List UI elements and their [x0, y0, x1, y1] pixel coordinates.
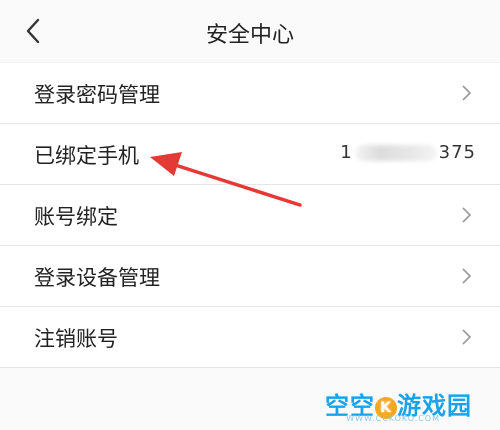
login-password-management-item[interactable]: 登录密码管理 [0, 63, 500, 124]
bound-phone-item[interactable]: 已绑定手机 1 375 [0, 124, 500, 185]
account-binding-item[interactable]: 账号绑定 [0, 185, 500, 246]
login-device-management-item[interactable]: 登录设备管理 [0, 246, 500, 307]
security-settings-list: 登录密码管理 已绑定手机 1 375 账号绑定 登录设备管理 注销账号 [0, 63, 500, 368]
item-label: 注销账号 [34, 327, 118, 351]
masked-phone-number: 1 375 [340, 142, 476, 163]
chevron-right-icon [462, 329, 472, 345]
page-title: 安全中心 [205, 23, 294, 48]
chevron-right-icon [462, 268, 472, 284]
cancel-account-item[interactable]: 注销账号 [0, 307, 500, 368]
chevron-right-icon [462, 85, 472, 101]
nav-header: 安全中心 [0, 0, 500, 62]
chevron-right-icon [462, 207, 472, 223]
redaction-blur [354, 145, 437, 161]
item-label: 账号绑定 [34, 205, 118, 229]
item-label: 登录设备管理 [34, 266, 160, 290]
item-label: 已绑定手机 [34, 144, 139, 168]
watermark-url: WWW.CCKOKO.COM [346, 414, 440, 423]
item-label: 登录密码管理 [34, 83, 160, 107]
